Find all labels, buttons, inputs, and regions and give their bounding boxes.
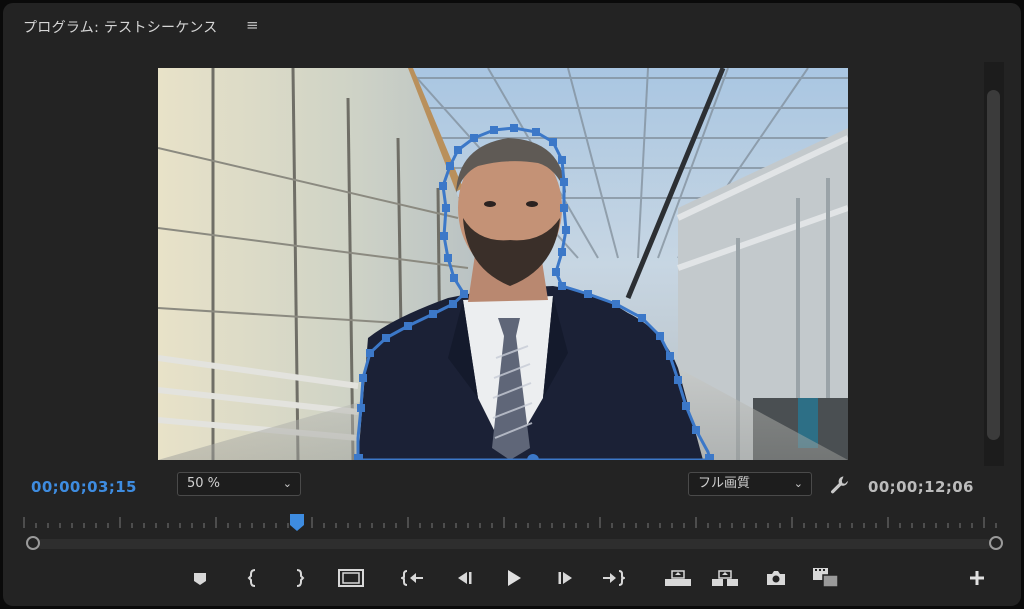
mark-out-icon [296,569,305,587]
wrench-icon[interactable] [829,474,851,496]
chevron-down-icon: ⌄ [793,477,803,490]
playback-resolution-dropdown[interactable]: フル画質 ⌄ [688,472,812,496]
play-icon [508,570,521,586]
add-marker-button[interactable] [187,566,213,590]
time-ruler[interactable] [16,514,1006,530]
playhead-marker-icon[interactable] [289,513,305,533]
vertical-scrollbar-thumb[interactable] [987,90,1000,440]
go-to-in-button[interactable] [400,566,426,590]
current-timecode[interactable]: 00;00;03;15 [31,478,137,496]
step-forward-button[interactable] [553,566,579,590]
marker-icon [194,573,206,585]
extract-button[interactable] [710,566,740,590]
play-button[interactable] [501,566,527,590]
zoom-level-dropdown[interactable]: 50 % ⌄ [177,472,301,496]
panel-menu-icon[interactable]: ≡ [246,16,259,34]
zoom-scroll-bar[interactable] [36,539,992,549]
comparison-view-icon [813,568,839,588]
chevron-down-icon: ⌄ [282,477,292,490]
go-to-out-icon [603,570,625,586]
plus-icon [970,571,984,585]
lift-icon [665,570,691,586]
safe-margins-button[interactable] [336,566,366,590]
duration-timecode: 00;00;12;06 [868,478,974,496]
camera-icon [767,571,785,585]
button-editor-button[interactable] [964,566,990,590]
zoom-scroll-handle-right[interactable] [989,536,1003,550]
panel-title: プログラム: テストシーケンス [23,20,218,36]
step-back-icon [458,572,472,584]
program-video-frame[interactable] [158,68,848,460]
playback-resolution-value: フル画質 [698,476,751,491]
step-back-button[interactable] [451,566,477,590]
zoom-scroll-handle-left[interactable] [26,536,40,550]
go-to-out-button[interactable] [600,566,626,590]
go-to-in-icon [401,570,423,586]
safe-margins-icon [338,569,364,587]
mark-in-button[interactable] [240,566,266,590]
step-forward-icon [558,572,572,584]
mark-in-icon [247,569,256,587]
lift-button[interactable] [663,566,693,590]
mark-out-button[interactable] [286,566,312,590]
extract-icon [712,570,738,586]
zoom-level-value: 50 % [187,476,221,491]
export-frame-button[interactable] [763,566,789,590]
comparison-view-button[interactable] [811,566,841,590]
